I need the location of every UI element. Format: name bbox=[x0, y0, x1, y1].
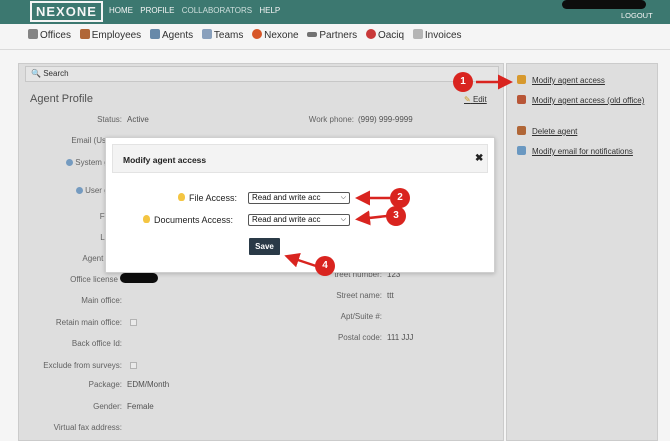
annotation-badge-1: 1 bbox=[453, 72, 473, 92]
annotation-badge-2: 2 bbox=[390, 188, 410, 208]
arrow-3 bbox=[355, 210, 388, 226]
annotation-badge-3: 3 bbox=[386, 206, 406, 226]
arrow-4 bbox=[284, 253, 317, 268]
annotation-arrows bbox=[284, 74, 513, 268]
annotation-badge-4: 4 bbox=[315, 256, 335, 276]
